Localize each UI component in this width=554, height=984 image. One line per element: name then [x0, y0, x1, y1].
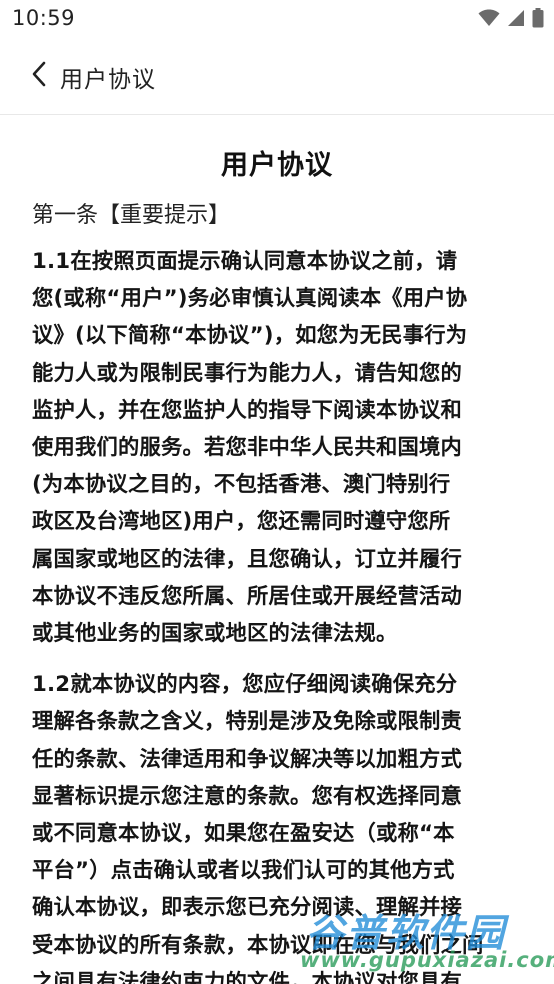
paragraph-line: 监护人，并在您监护人的指导下阅读本协议和 — [32, 397, 462, 423]
paragraph-line: 1.2就本协议的内容，您应仔细阅读确保充分 — [32, 672, 458, 698]
paragraph-line: 之间具有法律约束力的文件，本协议对您具有 — [32, 969, 462, 984]
paragraph-1-1: 1.1在按照页面提示确认同意本协议之前，请 您(或称“用户”)务必审慎认真阅读本… — [32, 243, 528, 652]
status-time: 10:59 — [12, 6, 76, 30]
paragraph-line: 任的条款、法律适用和争议解决等以加粗方式 — [32, 746, 462, 772]
paragraph-line: 确认本协议，即表示您已充分阅读、理解并接 — [32, 895, 462, 921]
app-bar: 用户协议 — [0, 38, 554, 115]
chevron-left-icon — [31, 61, 47, 91]
paragraph-line: 能力人或为限制民事行为能力人，请告知您的 — [32, 360, 462, 386]
status-bar: 10:59 — [0, 0, 554, 38]
paragraph-line: 政区及台湾地区)用户，您还需同时遵守您所 — [32, 509, 451, 535]
paragraph-line: 显著标识提示您注意的条款。您有权选择同意 — [32, 783, 462, 809]
paragraph-line: 议》(以下简称“本协议”)，如您为无民事行为 — [32, 323, 468, 349]
status-icons — [478, 7, 544, 29]
paragraph-1-2: 1.2就本协议的内容，您应仔细阅读确保充分 理解各条款之含义，特别是涉及免除或限… — [32, 666, 528, 984]
paragraph-line: (为本协议之目的，不包括香港、澳门特别行 — [32, 472, 451, 498]
app-bar-title: 用户协议 — [60, 67, 156, 93]
document-title: 用户协议 — [221, 150, 333, 181]
paragraph-line: 使用我们的服务。若您非中华人民共和国境内 — [32, 435, 462, 461]
signal-icon — [507, 9, 525, 27]
wifi-icon — [478, 9, 500, 27]
paragraph-line: 或不同意本协议，如果您在盈安达（或称“本 — [32, 821, 455, 847]
paragraph-line: 理解各条款之含义，特别是涉及免除或限制责 — [32, 709, 462, 735]
battery-icon — [532, 8, 544, 28]
paragraph-line: 平台”）点击确认或者以我们认可的其他方式 — [32, 858, 455, 884]
paragraph-line: 受本协议的所有条款，本协议即在您与我们之间 — [32, 932, 484, 958]
paragraph-line: 属国家或地区的法律，且您确认，订立并履行 — [32, 546, 462, 572]
paragraph-line: 或其他业务的国家或地区的法律法规。 — [32, 621, 398, 647]
back-button[interactable] — [22, 58, 56, 94]
section-heading: 第一条【重要提示】 — [32, 203, 231, 228]
paragraph-line: 1.1在按照页面提示确认同意本协议之前，请 — [32, 249, 458, 274]
paragraph-line: 本协议不违反您所属、所居住或开展经营活动 — [32, 583, 462, 609]
paragraph-line: 您(或称“用户”)务必审慎认真阅读本《用户协 — [32, 286, 468, 312]
agreement-content[interactable]: 用户协议 第一条【重要提示】 1.1在按照页面提示确认同意本协议之前，请 您(或… — [0, 115, 554, 984]
